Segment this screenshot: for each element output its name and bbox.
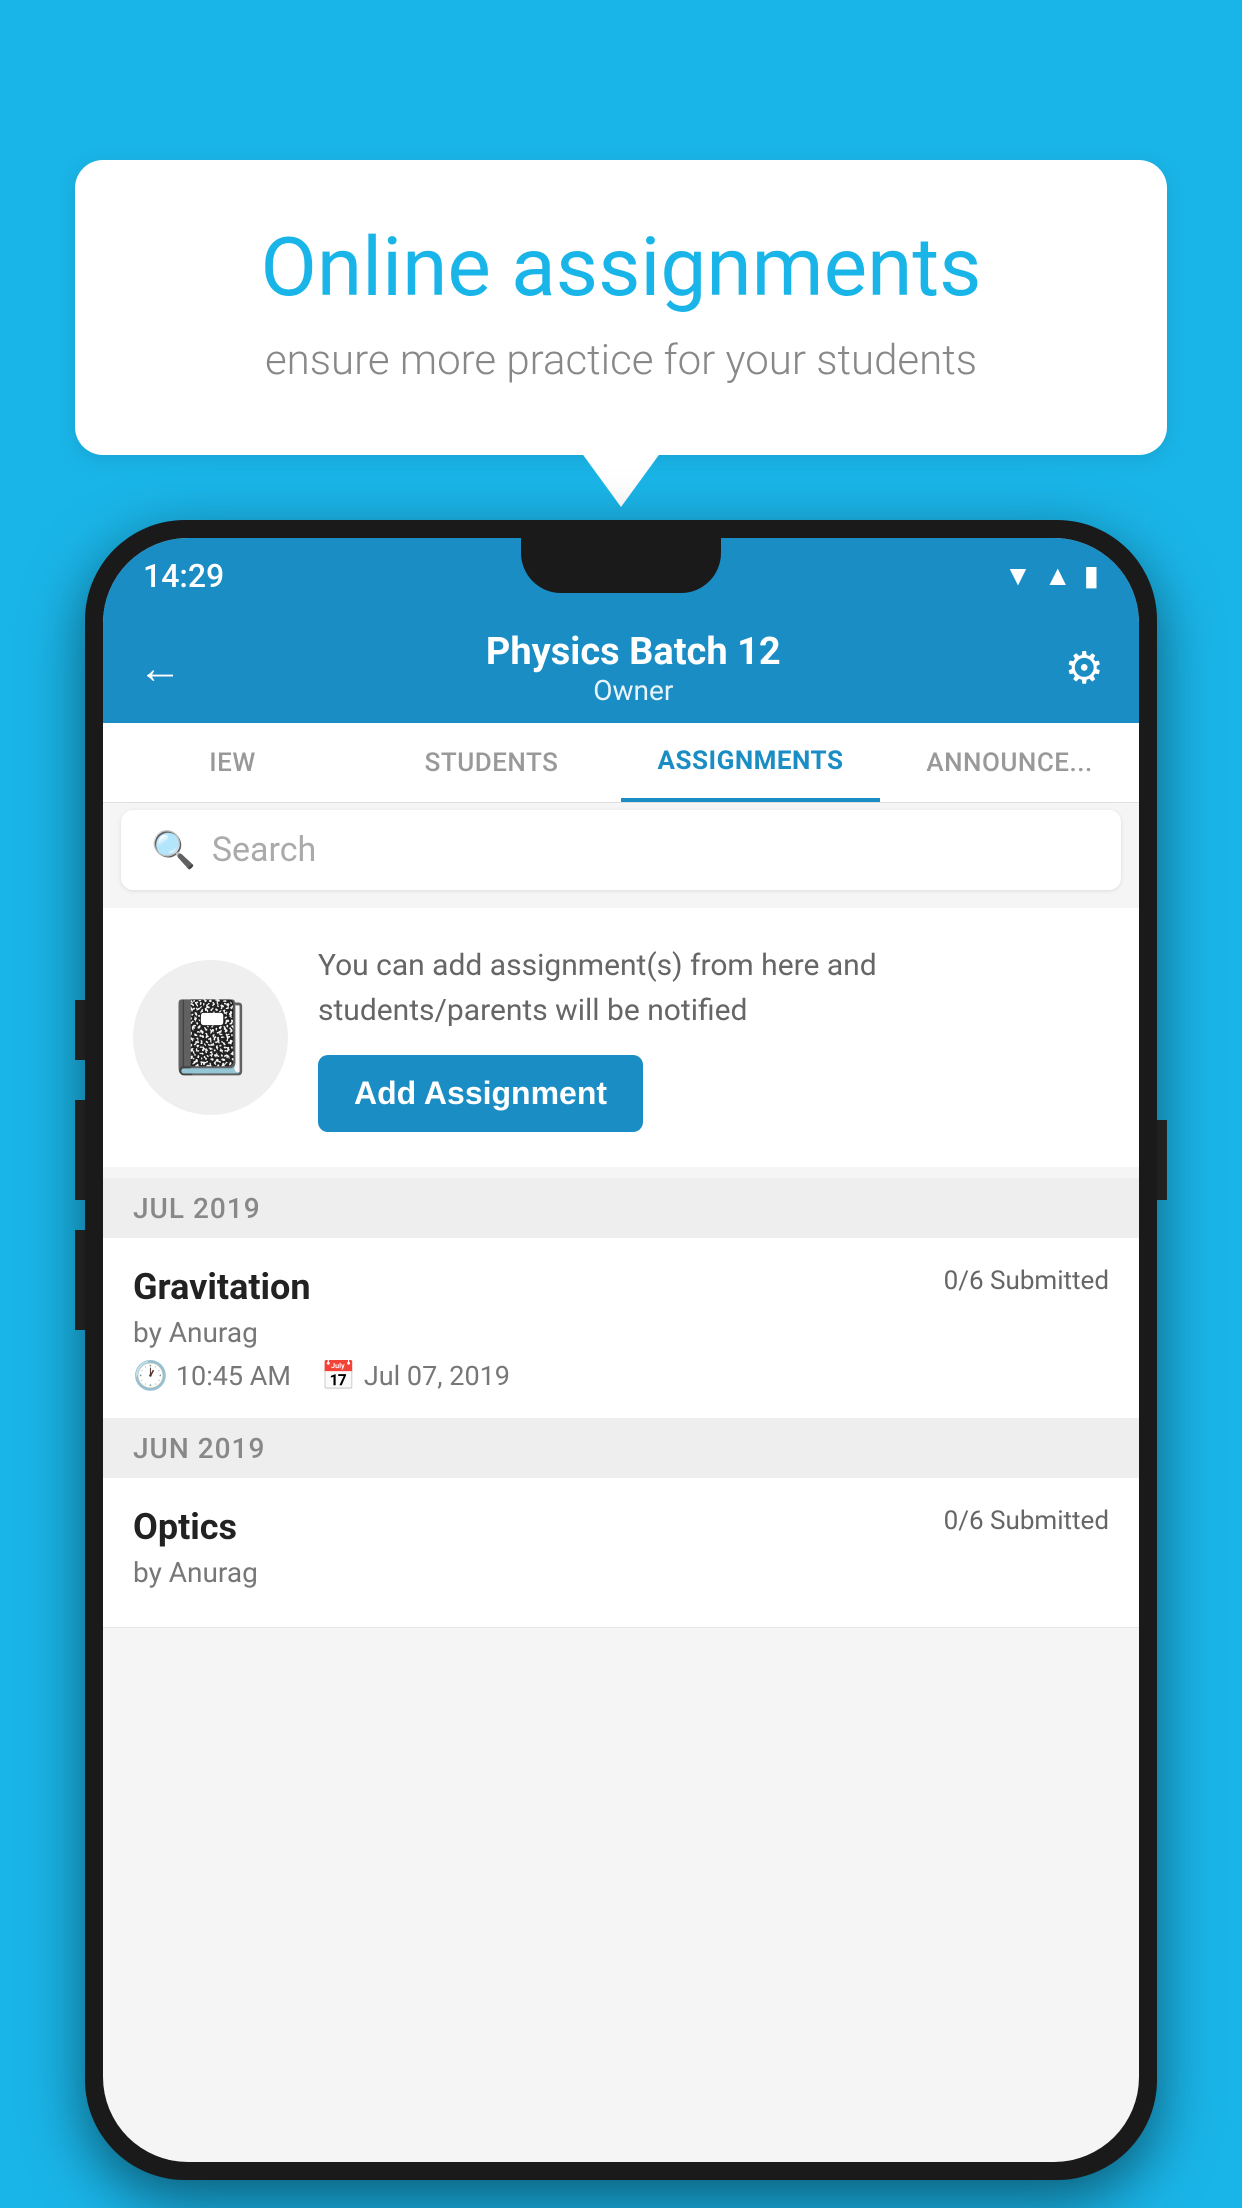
section-header-jun: JUN 2019 — [103, 1418, 1139, 1478]
search-icon: 🔍 — [151, 829, 196, 871]
assignment-gravitation[interactable]: Gravitation 0/6 Submitted by Anurag 🕐 10… — [103, 1238, 1139, 1421]
assignment-time-gravitation: 🕐 10:45 AM — [133, 1359, 291, 1392]
info-card: 📓 You can add assignment(s) from here an… — [103, 908, 1139, 1167]
add-assignment-button[interactable]: Add Assignment — [318, 1055, 643, 1132]
assignment-time-text: 10:45 AM — [176, 1360, 291, 1392]
status-icons: ▼ ▲ ▮ — [1004, 559, 1099, 592]
app-header: ← Physics Batch 12 Owner ⚙ — [103, 613, 1139, 723]
info-icon-circle: 📓 — [133, 960, 288, 1115]
header-title-group: Physics Batch 12 Owner — [202, 630, 1065, 707]
assignment-top-row: Gravitation 0/6 Submitted — [133, 1266, 1109, 1308]
signal-icon: ▲ — [1044, 559, 1072, 592]
phone-notch — [521, 538, 721, 593]
assignment-author-gravitation: by Anurag — [133, 1316, 1109, 1349]
phone-container: 14:29 ▼ ▲ ▮ ← Physics Batch 12 Owner ⚙ I… — [85, 520, 1157, 2180]
search-placeholder: Search — [212, 830, 316, 870]
header-subtitle: Owner — [202, 674, 1065, 707]
assignment-title-gravitation: Gravitation — [133, 1266, 311, 1308]
header-title: Physics Batch 12 — [202, 630, 1065, 674]
bubble-title: Online assignments — [155, 220, 1087, 316]
section-month-jun: JUN 2019 — [133, 1432, 265, 1465]
settings-icon[interactable]: ⚙ — [1065, 642, 1104, 694]
phone-frame: 14:29 ▼ ▲ ▮ ← Physics Batch 12 Owner ⚙ I… — [85, 520, 1157, 2180]
tab-assignments[interactable]: ASSIGNMENTS — [621, 723, 880, 802]
clock-icon: 🕐 — [133, 1359, 168, 1392]
bubble-subtitle: ensure more practice for your students — [155, 336, 1087, 385]
assignment-title-optics: Optics — [133, 1506, 237, 1548]
assignment-author-optics: by Anurag — [133, 1556, 1109, 1589]
section-header-jul: JUL 2019 — [103, 1178, 1139, 1238]
section-month-jul: JUL 2019 — [133, 1192, 261, 1225]
tab-announcements[interactable]: ANNOUNCE... — [880, 723, 1139, 802]
assignment-optics[interactable]: Optics 0/6 Submitted by Anurag — [103, 1478, 1139, 1628]
info-content: You can add assignment(s) from here and … — [318, 943, 1109, 1132]
speech-bubble: Online assignments ensure more practice … — [75, 160, 1167, 455]
search-bar[interactable]: 🔍 Search — [121, 810, 1121, 890]
battery-icon: ▮ — [1084, 559, 1099, 592]
tab-iew[interactable]: IEW — [103, 723, 362, 802]
assignment-submitted-gravitation: 0/6 Submitted — [944, 1266, 1109, 1296]
phone-screen: 14:29 ▼ ▲ ▮ ← Physics Batch 12 Owner ⚙ I… — [103, 538, 1139, 2162]
calendar-icon: 📅 — [321, 1359, 356, 1392]
assignment-meta-gravitation: 🕐 10:45 AM 📅 Jul 07, 2019 — [133, 1359, 1109, 1392]
wifi-icon: ▼ — [1004, 559, 1032, 592]
tabs-bar: IEW STUDENTS ASSIGNMENTS ANNOUNCE... — [103, 723, 1139, 803]
assignment-submitted-optics: 0/6 Submitted — [944, 1506, 1109, 1536]
assignment-date-gravitation: 📅 Jul 07, 2019 — [321, 1359, 510, 1392]
assignment-top-row-optics: Optics 0/6 Submitted — [133, 1506, 1109, 1548]
assignment-date-text: Jul 07, 2019 — [364, 1360, 510, 1392]
notebook-icon: 📓 — [166, 995, 256, 1080]
back-button[interactable]: ← — [138, 642, 182, 694]
tab-students[interactable]: STUDENTS — [362, 723, 621, 802]
info-text: You can add assignment(s) from here and … — [318, 943, 1109, 1033]
